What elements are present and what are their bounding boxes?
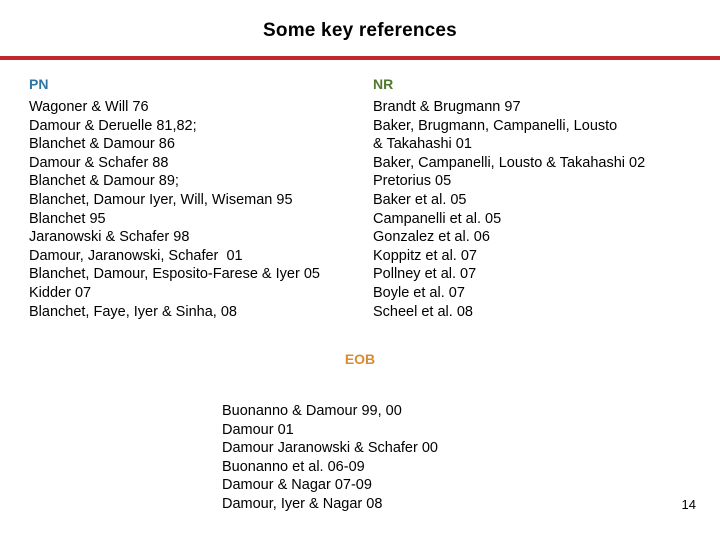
list-item: Blanchet, Damour Iyer, Will, Wiseman 95 bbox=[29, 191, 293, 208]
list-item: Buonanno et al. 06-09 bbox=[222, 458, 365, 475]
list-item: Pretorius 05 bbox=[373, 173, 452, 190]
list-item: Wagoner & Will 76 bbox=[29, 99, 149, 115]
list-item: Gonzalez et al. 06 bbox=[373, 229, 490, 246]
list-item: Koppitz et al. 07 bbox=[373, 247, 477, 264]
list-item: Pollney et al. 07 bbox=[373, 266, 477, 283]
list-item: Blanchet & Damour 86 bbox=[29, 136, 175, 153]
list-item: Damour & Schafer 88 bbox=[29, 154, 169, 171]
list-item: Damour, Jaranowski, Schafer 01 bbox=[29, 247, 243, 264]
list-item: Baker et al. 05 bbox=[373, 191, 467, 208]
column-heading-pn: PN bbox=[29, 76, 49, 92]
list-item: Boyle et al. 07 bbox=[373, 284, 465, 301]
page-number: 14 bbox=[681, 497, 696, 512]
list-item: Damour & Nagar 07-09 bbox=[222, 477, 372, 494]
list-item: Kidder 07 bbox=[29, 284, 92, 301]
list-item: & Takahashi 01 bbox=[373, 136, 472, 153]
list-item: Campanelli et al. 05 bbox=[373, 210, 502, 227]
list-item: Damour, Iyer & Nagar 08 bbox=[222, 495, 383, 512]
references-column-pn: PN Wagoner & Will 76 Damour & Deruelle 8… bbox=[29, 75, 369, 321]
column-heading-nr: NR bbox=[373, 76, 394, 92]
slide-canvas: Some key references PN Wagoner & Will 76… bbox=[0, 0, 720, 540]
list-item: Damour Jaranowski & Schafer 00 bbox=[222, 440, 438, 457]
list-item: Blanchet, Damour, Esposito-Farese & Iyer… bbox=[29, 266, 320, 283]
list-item: Blanchet & Damour 89; bbox=[29, 173, 179, 190]
page-title: Some key references bbox=[263, 20, 457, 41]
list-item: Brandt & Brugmann 97 bbox=[373, 99, 521, 115]
title-divider bbox=[0, 56, 720, 60]
list-item: Blanchet, Faye, Iyer & Sinha, 08 bbox=[29, 303, 237, 320]
references-section-eob: EOB Buonanno & Damour 99, 00 Damour 01 D… bbox=[0, 350, 720, 512]
list-item: Baker, Campanelli, Lousto & Takahashi 02 bbox=[373, 154, 646, 171]
list-item: Buonanno & Damour 99, 00 bbox=[222, 403, 402, 419]
list-item: Baker, Brugmann, Campanelli, Lousto bbox=[373, 117, 618, 134]
list-item: Scheel et al. 08 bbox=[373, 303, 473, 320]
list-item: Damour & Deruelle 81,82; bbox=[29, 117, 197, 134]
references-column-nr: NR Brandt & Brugmann 97 Baker, Brugmann,… bbox=[373, 75, 713, 321]
list-item: Damour 01 bbox=[222, 421, 294, 438]
list-item: Jaranowski & Schafer 98 bbox=[29, 229, 190, 246]
reference-list-eob: Buonanno & Damour 99, 00 Damour 01 Damou… bbox=[222, 402, 642, 514]
list-item: Blanchet 95 bbox=[29, 210, 106, 227]
reference-list-nr: Brandt & Brugmann 97 Baker, Brugmann, Ca… bbox=[373, 98, 713, 321]
reference-list-pn: Wagoner & Will 76 Damour & Deruelle 81,8… bbox=[29, 98, 369, 321]
section-heading-eob: EOB bbox=[344, 351, 376, 367]
